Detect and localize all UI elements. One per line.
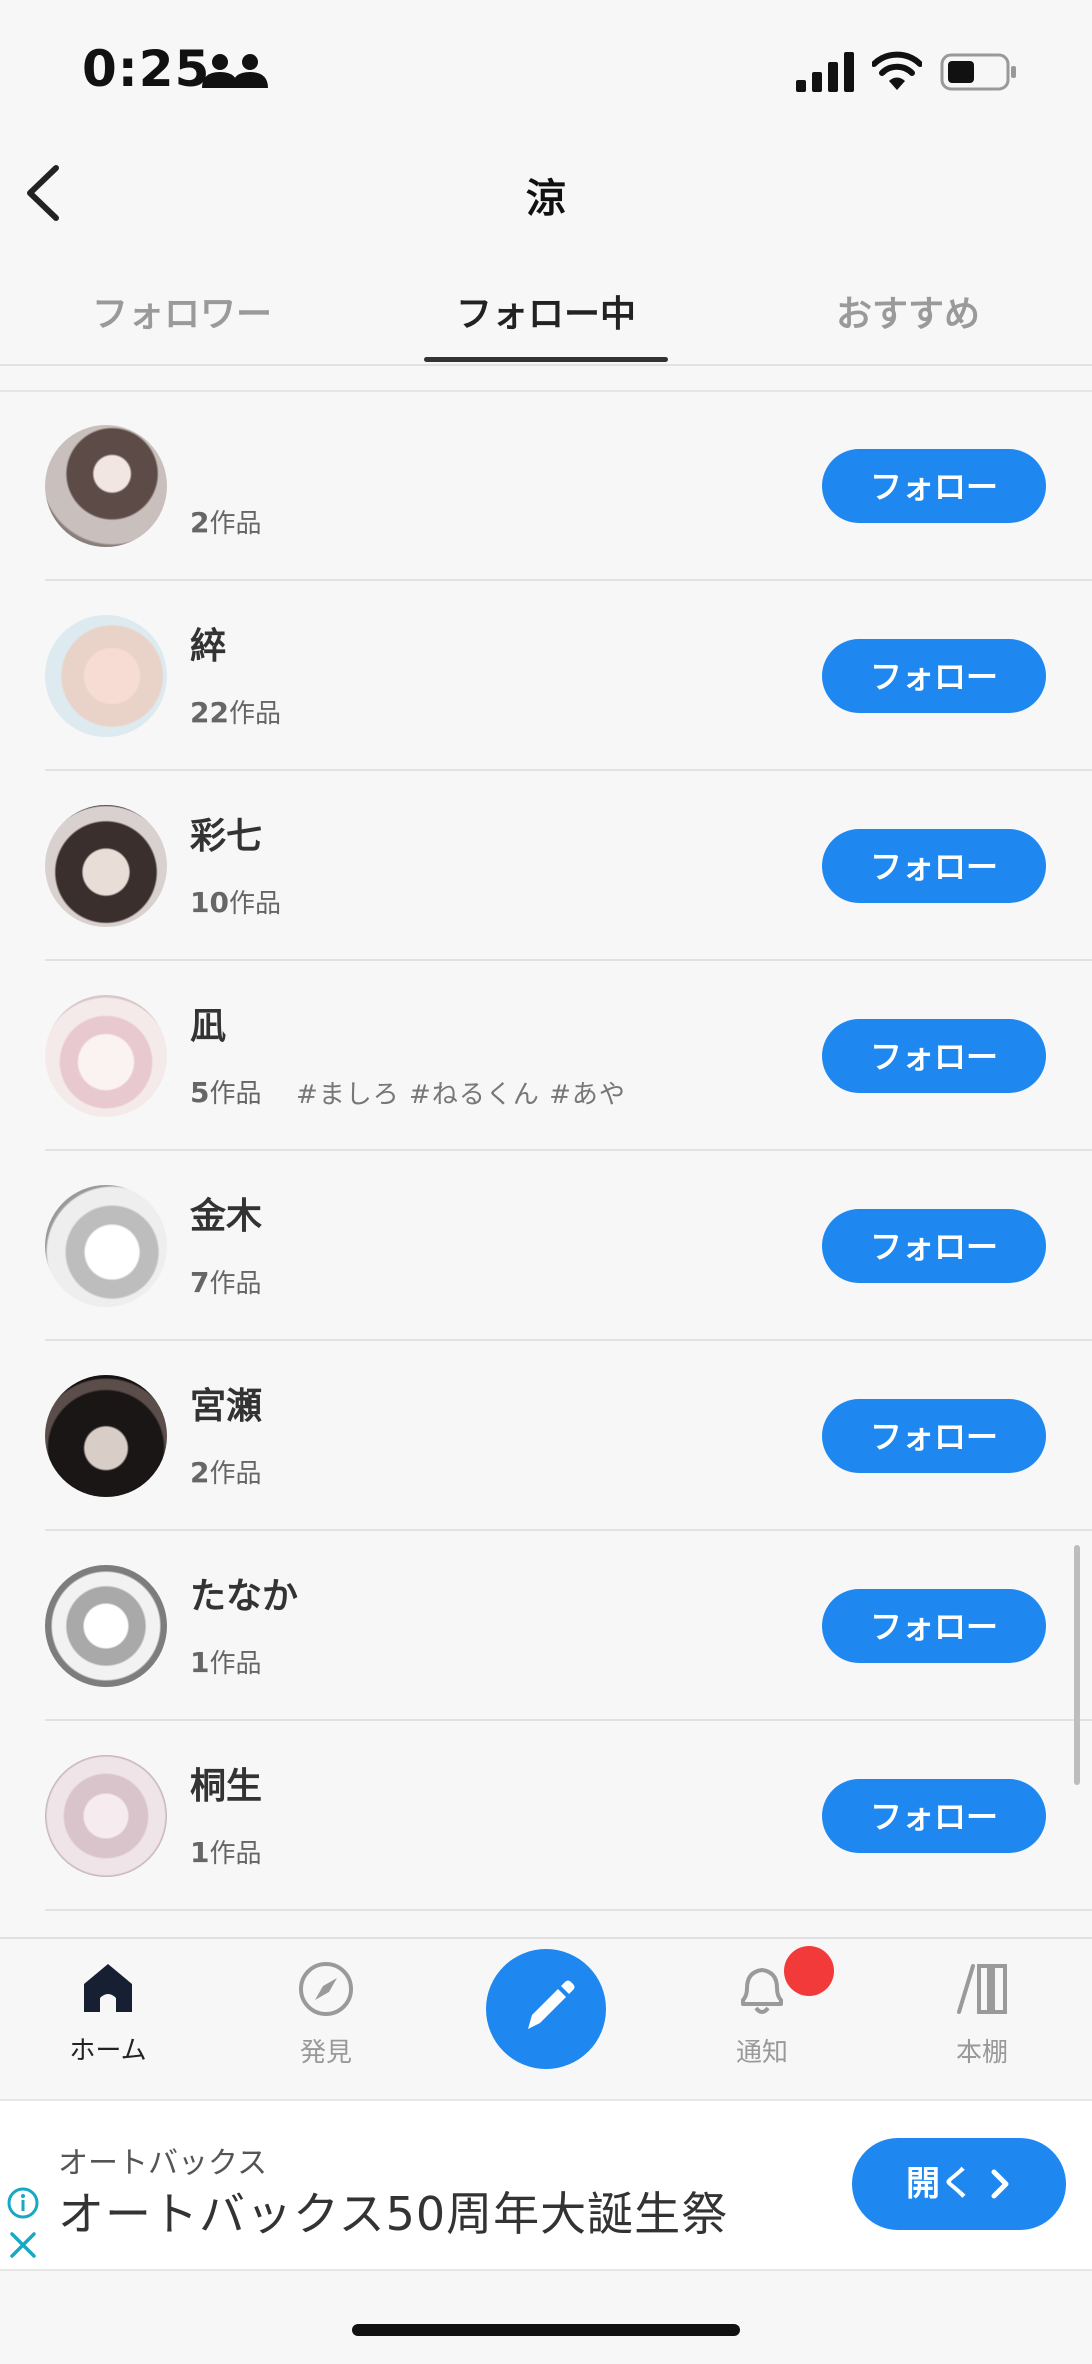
signal-icon bbox=[796, 52, 854, 92]
ad-open-label: 開く bbox=[906, 2164, 974, 2204]
follow-button[interactable]: フォロー bbox=[822, 1589, 1046, 1663]
follow-button[interactable]: フォロー bbox=[822, 1019, 1046, 1093]
ad-advertiser: オートバックス bbox=[58, 2146, 268, 2181]
follow-button[interactable]: フォロー bbox=[822, 1779, 1046, 1853]
list-item[interactable]: 金木 7作品 フォロー bbox=[0, 1151, 1092, 1341]
works-count: 1作品 bbox=[190, 1646, 262, 1679]
list-item[interactable]: 宮瀬 2作品 フォロー bbox=[0, 1341, 1092, 1531]
pencil-icon bbox=[528, 1980, 575, 2029]
compose-button[interactable] bbox=[486, 1949, 606, 2069]
ad-headline[interactable]: オートバックス50周年大誕生祭 bbox=[58, 2178, 728, 2244]
follow-button[interactable]: フォロー bbox=[822, 1209, 1046, 1283]
nav-discover[interactable]: 発見 bbox=[246, 1960, 406, 2069]
chevron-right-icon bbox=[991, 2169, 1009, 2199]
user-name: 金木 bbox=[190, 1196, 263, 1237]
list-item[interactable]: 綷 22作品 フォロー bbox=[0, 581, 1092, 771]
active-tab-indicator bbox=[424, 357, 668, 362]
compass-icon bbox=[299, 1962, 353, 2016]
nav-bookshelf-label: 本棚 bbox=[955, 2038, 1008, 2068]
works-count: 2作品 bbox=[190, 1456, 262, 1489]
user-name: 彩七 bbox=[190, 816, 263, 857]
tab-recommended[interactable]: おすすめ bbox=[758, 285, 1058, 337]
list-item[interactable]: 2作品 フォロー bbox=[0, 391, 1092, 581]
tab-following[interactable]: フォロー中 bbox=[396, 285, 696, 337]
bottom-nav-border bbox=[0, 1937, 1092, 1939]
works-count: 2作品 bbox=[190, 506, 262, 539]
list-item[interactable]: 彩七 10作品 フォロー bbox=[0, 771, 1092, 961]
status-time: 0:25 bbox=[82, 40, 211, 98]
tab-followers[interactable]: フォロワー bbox=[32, 285, 332, 337]
follow-button[interactable]: フォロー bbox=[822, 1399, 1046, 1473]
scrollbar[interactable] bbox=[1074, 1545, 1080, 1785]
list-item[interactable]: 凪 5作品 #ましろ #ねるくん #あや フォロー bbox=[0, 961, 1092, 1151]
people-icon bbox=[202, 54, 268, 88]
avatar[interactable] bbox=[45, 1185, 167, 1307]
bell-icon bbox=[741, 1968, 783, 2014]
avatar[interactable] bbox=[45, 615, 167, 737]
ad-close-icon[interactable] bbox=[8, 2230, 38, 2260]
user-name: 凪 bbox=[190, 1006, 227, 1047]
avatar[interactable] bbox=[45, 995, 167, 1117]
tabs-divider bbox=[0, 364, 1092, 366]
ad-open-button[interactable]: 開く bbox=[852, 2138, 1066, 2230]
avatar[interactable] bbox=[45, 1755, 167, 1877]
works-count: 7作品 bbox=[190, 1266, 262, 1299]
notification-badge bbox=[784, 1946, 834, 1996]
user-tags: #ましろ #ねるくん #あや bbox=[296, 1080, 626, 1110]
page-title: 涼 bbox=[526, 176, 566, 222]
follow-button[interactable]: フォロー bbox=[822, 639, 1046, 713]
nav-notifications-label: 通知 bbox=[735, 2038, 788, 2068]
user-name: 桐生 bbox=[190, 1766, 263, 1807]
ad-info-icon[interactable] bbox=[6, 2186, 40, 2220]
avatar[interactable] bbox=[45, 1565, 167, 1687]
works-count: 5作品 bbox=[190, 1076, 262, 1109]
follow-button[interactable]: フォロー bbox=[822, 449, 1046, 523]
follow-button[interactable]: フォロー bbox=[822, 829, 1046, 903]
nav-bookshelf[interactable]: 本棚 bbox=[902, 1960, 1062, 2069]
nav-discover-label: 発見 bbox=[299, 2038, 352, 2068]
user-name: たなか bbox=[190, 1576, 299, 1617]
works-count: 1作品 bbox=[190, 1836, 262, 1869]
user-name: 綷 bbox=[190, 626, 227, 667]
bookshelf-icon bbox=[957, 1964, 1007, 2014]
works-count: 10作品 bbox=[190, 886, 281, 919]
battery-icon bbox=[940, 53, 1016, 91]
works-count: 22作品 bbox=[190, 696, 281, 729]
list-item[interactable]: 桐生 1作品 フォロー bbox=[0, 1721, 1092, 1911]
list-item[interactable]: たなか 1作品 フォロー bbox=[0, 1531, 1092, 1721]
avatar[interactable] bbox=[45, 805, 167, 927]
nav-home[interactable]: ホーム bbox=[28, 1960, 188, 2067]
avatar[interactable] bbox=[45, 425, 167, 547]
user-name: 宮瀬 bbox=[190, 1386, 263, 1427]
home-icon bbox=[84, 1964, 132, 2012]
avatar[interactable] bbox=[45, 1375, 167, 1497]
nav-home-label: ホーム bbox=[69, 2036, 147, 2066]
home-indicator bbox=[352, 2324, 740, 2336]
wifi-icon bbox=[872, 51, 922, 90]
